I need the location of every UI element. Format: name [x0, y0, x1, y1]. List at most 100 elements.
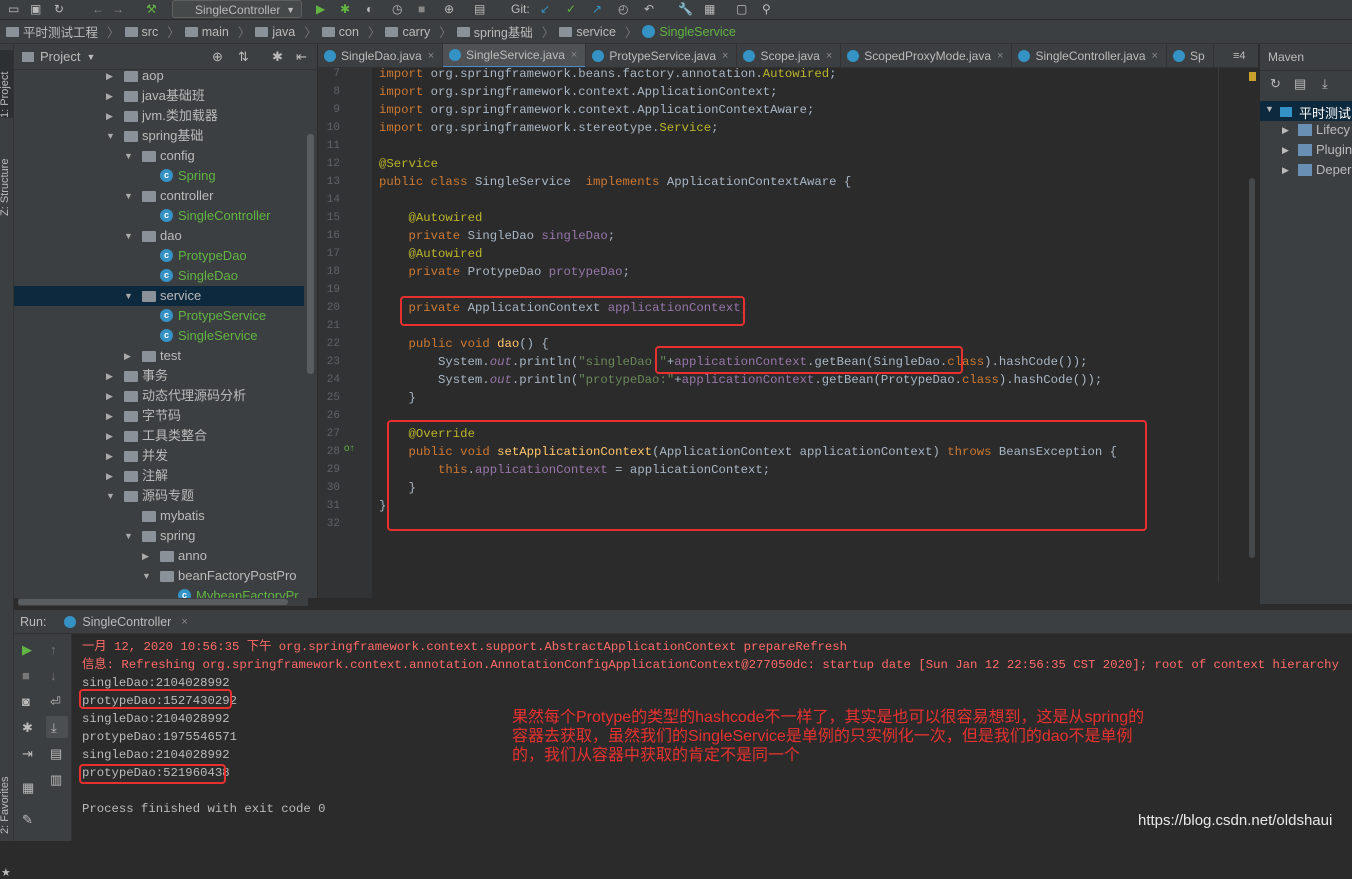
- chevron-down-icon[interactable]: ▼: [124, 186, 133, 206]
- exit-icon[interactable]: ⇥: [22, 746, 33, 762]
- close-icon[interactable]: ×: [181, 616, 187, 628]
- tree-item[interactable]: ▶ 动态代理源码分析: [14, 386, 304, 406]
- sync-icon[interactable]: ↻: [54, 0, 64, 18]
- chevron-right-icon[interactable]: ▶: [106, 386, 113, 406]
- hide-icon[interactable]: ⇤: [296, 49, 307, 65]
- tree-item[interactable]: ▶ aop: [14, 70, 304, 86]
- download-icon[interactable]: ⤓: [1322, 76, 1328, 92]
- chevron-right-icon[interactable]: ▶: [106, 106, 113, 126]
- gear-icon[interactable]: ✱: [22, 720, 33, 736]
- structure-tool-label[interactable]: Z: Structure: [0, 159, 11, 216]
- open-icon[interactable]: ▭: [8, 0, 19, 18]
- project-tool-label[interactable]: 1: Project: [0, 72, 11, 118]
- reimport-icon[interactable]: ▤: [1294, 76, 1306, 92]
- chevron-right-icon[interactable]: ▶: [1282, 145, 1289, 156]
- run-icon[interactable]: ▶: [316, 0, 325, 18]
- chevron-down-icon[interactable]: ▼: [142, 566, 151, 586]
- tree-item[interactable]: ▼ controller: [14, 186, 304, 206]
- history-icon[interactable]: ◴: [618, 0, 628, 18]
- editor-tab[interactable]: Scope.java ×: [737, 44, 842, 67]
- tree-item[interactable]: ▶ jvm.类加载器: [14, 106, 304, 126]
- soft-wrap-icon[interactable]: ⏎: [50, 694, 61, 710]
- chevron-down-icon[interactable]: ▼: [1265, 104, 1274, 114]
- breadcrumb-item[interactable]: con: [321, 25, 359, 39]
- tree-item[interactable]: ▶ anno: [14, 546, 304, 566]
- tree-horizontal-scrollbar[interactable]: [18, 598, 308, 606]
- gear-icon[interactable]: ✱: [272, 49, 283, 65]
- target-icon[interactable]: ⊕: [212, 49, 223, 65]
- close-icon[interactable]: ×: [571, 44, 577, 67]
- editor-tab[interactable]: SingleController.java ×: [1012, 44, 1167, 67]
- search-icon[interactable]: ⚲: [762, 0, 771, 18]
- chevron-right-icon[interactable]: ▶: [106, 446, 113, 466]
- breadcrumb-item[interactable]: carry: [385, 25, 430, 39]
- close-icon[interactable]: ×: [826, 44, 832, 67]
- pin-icon[interactable]: ✎: [22, 812, 33, 828]
- tree-item[interactable]: ▼ service: [14, 286, 304, 306]
- editor-scrollbar[interactable]: [1248, 68, 1258, 598]
- breadcrumb-item[interactable]: spring基础: [456, 22, 533, 41]
- breadcrumb-item[interactable]: 平时测试工程: [6, 22, 98, 41]
- chevron-down-icon[interactable]: ▼: [124, 286, 133, 306]
- run-config-tab[interactable]: SingleController: [82, 615, 171, 629]
- print-icon[interactable]: ▤: [50, 746, 62, 762]
- down-icon[interactable]: ↓: [50, 668, 57, 683]
- chevron-down-icon[interactable]: ▼: [124, 146, 133, 166]
- close-icon[interactable]: ×: [1152, 44, 1158, 67]
- tree-item[interactable]: ▶ test: [14, 346, 304, 366]
- chevron-down-icon[interactable]: ▼: [106, 486, 115, 506]
- maven-root[interactable]: 平时测试: [1299, 103, 1351, 122]
- attach-icon[interactable]: ⊕: [444, 0, 454, 18]
- breadcrumb-item[interactable]: SingleService: [642, 25, 736, 39]
- layout-icon[interactable]: ▦: [22, 780, 34, 796]
- tree-scrollbar[interactable]: [307, 134, 314, 374]
- tree-item[interactable]: c ProtypeService: [14, 306, 304, 326]
- tree-item[interactable]: ▶ 工具类整合: [14, 426, 304, 446]
- coverage-icon[interactable]: ◐: [366, 0, 373, 18]
- stop-icon[interactable]: ■: [22, 668, 30, 683]
- maven-item-dependencies[interactable]: Deper: [1316, 162, 1351, 177]
- up-icon[interactable]: ↑: [50, 642, 57, 657]
- breadcrumb-item[interactable]: java: [255, 25, 295, 39]
- chevron-right-icon[interactable]: ▶: [106, 466, 113, 486]
- rerun-icon[interactable]: ▶: [22, 642, 32, 658]
- settings-wrench-icon[interactable]: 🔧: [678, 0, 693, 18]
- breadcrumb-item[interactable]: main: [184, 25, 229, 39]
- git-update-icon[interactable]: ↙: [540, 0, 550, 18]
- camera-icon[interactable]: ◙: [22, 694, 30, 709]
- run-config-select[interactable]: SingleController ▼: [172, 0, 302, 18]
- tree-item[interactable]: ▼ config: [14, 146, 304, 166]
- tree-item[interactable]: ▼ 源码专题: [14, 486, 304, 506]
- collapse-icon[interactable]: ⇅: [238, 49, 249, 65]
- stop-icon[interactable]: ■: [418, 0, 425, 18]
- chevron-down-icon[interactable]: ▼: [124, 226, 133, 246]
- tree-item[interactable]: ▼ dao: [14, 226, 304, 246]
- editor-tab[interactable]: SingleService.java ×: [443, 44, 587, 67]
- tree-item[interactable]: ▶ 注解: [14, 466, 304, 486]
- tree-item[interactable]: ▼ spring基础: [14, 126, 304, 146]
- revert-icon[interactable]: ↶: [644, 0, 654, 18]
- chevron-right-icon[interactable]: ▶: [106, 86, 113, 106]
- close-icon[interactable]: ×: [722, 44, 728, 67]
- build-icon[interactable]: ⚒: [146, 0, 157, 18]
- chevron-right-icon[interactable]: ▶: [1282, 125, 1289, 136]
- tree-item[interactable]: ▼ beanFactoryPostPro: [14, 566, 304, 586]
- editor-tab[interactable]: ProtypeService.java ×: [586, 44, 738, 67]
- tree-item[interactable]: ▶ 字节码: [14, 406, 304, 426]
- scroll-to-end-icon[interactable]: ⤓: [51, 720, 57, 736]
- tree-item[interactable]: c Spring: [14, 166, 304, 186]
- profile-icon[interactable]: ◷: [392, 0, 402, 18]
- chevron-right-icon[interactable]: ▶: [106, 366, 113, 386]
- project-structure-icon[interactable]: ▦: [704, 0, 715, 18]
- close-icon[interactable]: ×: [997, 44, 1003, 67]
- chevron-down-icon[interactable]: ▼: [124, 526, 133, 546]
- editor-tab[interactable]: ScopedProxyMode.java ×: [841, 44, 1013, 67]
- project-panel-title[interactable]: Project: [40, 49, 80, 64]
- maven-item-lifecycle[interactable]: Lifecy: [1316, 122, 1350, 137]
- tree-item[interactable]: ▼ spring: [14, 526, 304, 546]
- tree-item[interactable]: ▶ 事务: [14, 366, 304, 386]
- breadcrumb-item[interactable]: service: [559, 25, 616, 39]
- back-icon[interactable]: ←: [92, 0, 104, 18]
- close-icon[interactable]: ×: [428, 44, 434, 67]
- chevron-right-icon[interactable]: ▶: [106, 70, 113, 86]
